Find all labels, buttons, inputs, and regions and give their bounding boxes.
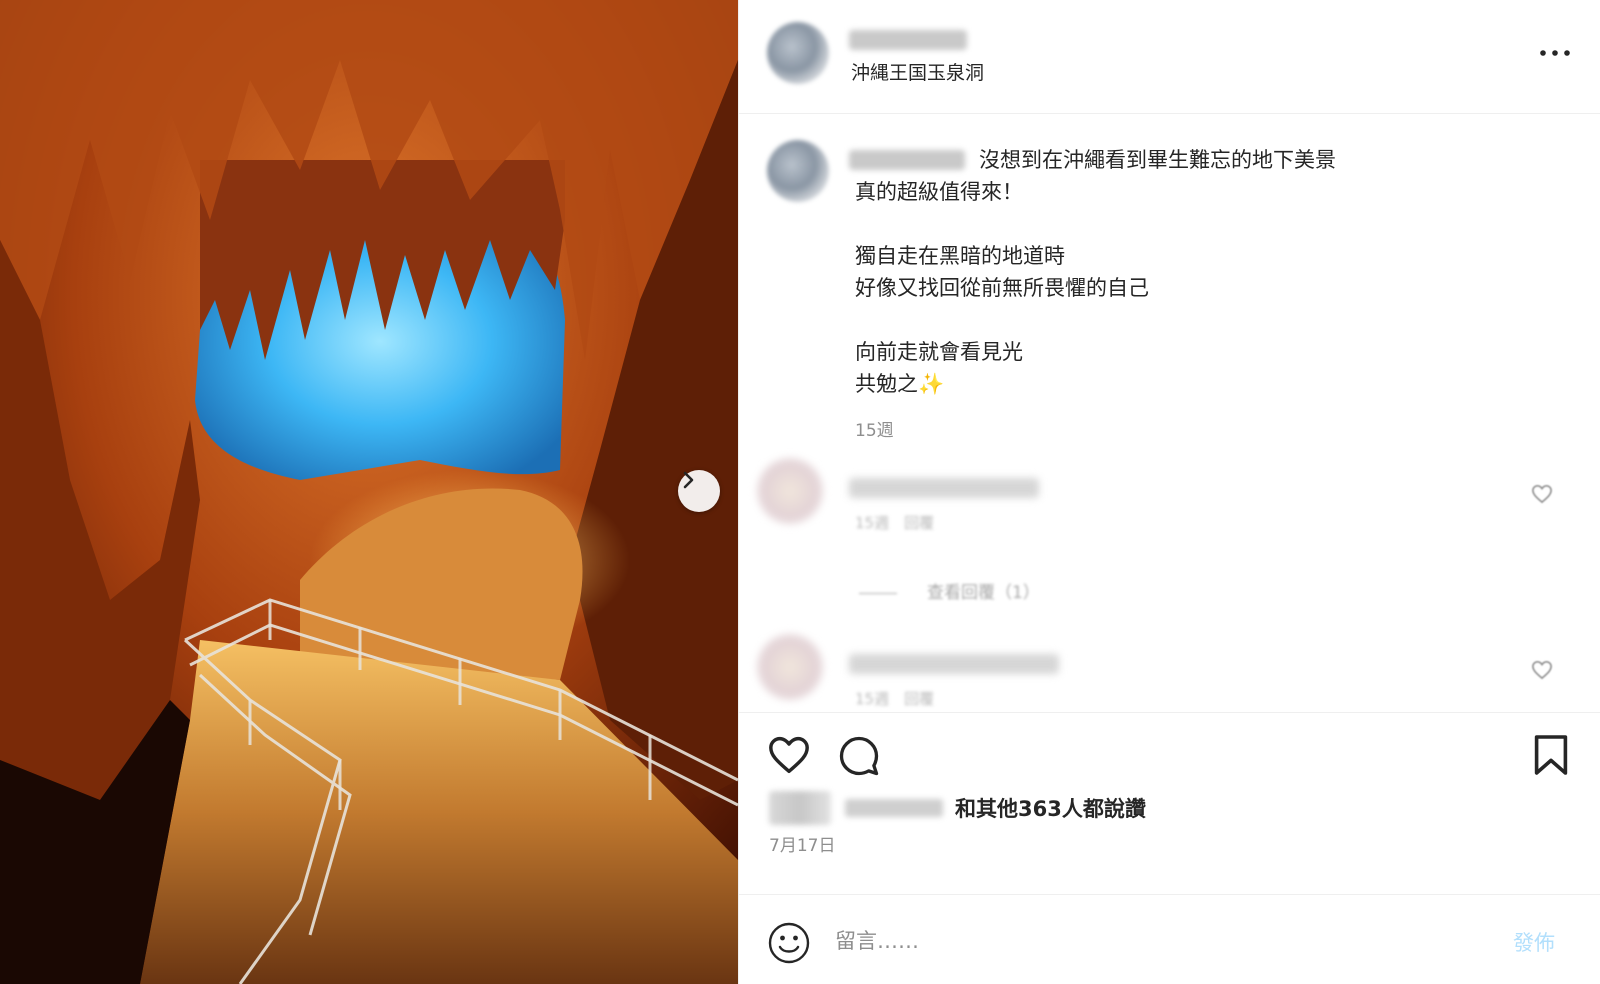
next-photo-button[interactable]	[678, 470, 720, 512]
bookmark-icon[interactable]	[1533, 733, 1569, 777]
comment-meta[interactable]: 15週 回覆	[855, 688, 934, 709]
caption-timestamp: 15週	[855, 421, 894, 441]
emoji-smile-icon[interactable]	[767, 921, 811, 965]
post-comment-button[interactable]: 發佈	[1513, 927, 1555, 957]
author-avatar[interactable]	[767, 22, 829, 84]
comment-like-icon[interactable]	[1531, 660, 1553, 680]
comment-bubble-icon[interactable]	[837, 735, 881, 777]
view-replies-line	[859, 592, 897, 594]
chevron-right-icon	[683, 471, 694, 489]
add-comment-bar: 發佈	[739, 894, 1600, 984]
commenter-avatar[interactable]	[757, 634, 823, 700]
commenter-avatar[interactable]	[757, 458, 823, 524]
likes-summary[interactable]: 和其他363人都說讚	[769, 791, 1146, 825]
likers-avatars-blurred[interactable]	[769, 791, 831, 825]
post-photo	[0, 0, 738, 984]
view-replies-link[interactable]: 查看回覆（1）	[859, 578, 1040, 603]
liker-username-blurred[interactable]	[845, 799, 943, 817]
comment-item: 15週 回覆	[739, 458, 1600, 548]
author-username-blurred[interactable]	[849, 30, 967, 50]
caption-author-avatar[interactable]	[767, 140, 829, 202]
comment-text-blurred	[849, 478, 1039, 498]
comment-item: 15週 回覆	[739, 634, 1600, 712]
comment-input[interactable]	[835, 919, 1475, 963]
more-options-icon[interactable]	[1535, 38, 1575, 68]
cave-photo-illustration	[0, 0, 738, 984]
comment-text-blurred	[849, 654, 1059, 674]
comments-scroll-area[interactable]: 沒想到在沖繩看到畢生難忘的地下美景 真的超級值得來！ 獨自走在黑暗的地道時 好像…	[739, 114, 1600, 712]
post-actions: 和其他363人都說讚 7月17日	[739, 712, 1600, 894]
post-location[interactable]: 沖縄王国玉泉洞	[851, 58, 984, 85]
post-header: 沖縄王国玉泉洞	[739, 0, 1600, 114]
likes-count-text[interactable]: 和其他363人都說讚	[955, 793, 1146, 823]
post-date: 7月17日	[769, 836, 836, 856]
comment-like-icon[interactable]	[1531, 484, 1553, 504]
comment-meta[interactable]: 15週 回覆	[855, 512, 934, 533]
post-side-panel: 沖縄王国玉泉洞 沒想到在沖繩看到畢生難忘的地下美景 真的超級值得來！ 獨自走在黑…	[738, 0, 1600, 984]
post-caption: 沒想到在沖繩看到畢生難忘的地下美景 真的超級值得來！ 獨自走在黑暗的地道時 好像…	[855, 148, 1336, 396]
heart-icon[interactable]	[767, 735, 811, 775]
